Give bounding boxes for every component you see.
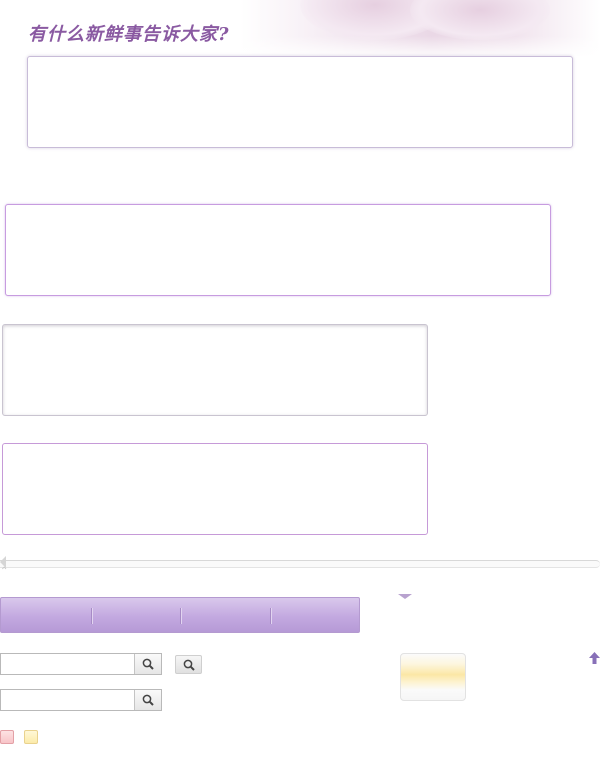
color-swatch-pink[interactable]: [0, 730, 14, 744]
page-title: 有什么新鲜事告诉大家?: [28, 24, 230, 45]
flower-decoration: [410, 0, 550, 40]
color-swatch-yellow[interactable]: [24, 730, 38, 744]
highlight-card: [400, 653, 466, 701]
search-box: [0, 653, 162, 675]
tab-4[interactable]: [269, 598, 360, 632]
text-box-focused[interactable]: [5, 204, 551, 296]
status-compose-box[interactable]: [27, 56, 573, 148]
search-button[interactable]: [134, 690, 161, 710]
search-button[interactable]: [175, 655, 202, 674]
search-icon: [183, 659, 195, 671]
divider-bar: [0, 560, 600, 568]
chevron-down-icon[interactable]: [398, 594, 412, 599]
tab-2[interactable]: [90, 598, 181, 632]
tab-bar: [0, 597, 360, 633]
caret-up-icon: ⌃: [0, 566, 9, 577]
search-icon: [142, 694, 154, 706]
text-box-inset[interactable]: [2, 324, 428, 416]
text-box[interactable]: [2, 443, 428, 535]
search-button[interactable]: [134, 654, 161, 674]
header-banner: 有什么新鲜事告诉大家?: [0, 0, 600, 58]
search-input[interactable]: [1, 654, 134, 674]
arrow-up-icon[interactable]: [589, 652, 600, 664]
tab-1[interactable]: [1, 598, 91, 632]
tab-3[interactable]: [180, 598, 270, 632]
search-icon: [142, 658, 154, 670]
search-input[interactable]: [1, 690, 134, 710]
search-box: [0, 689, 162, 711]
